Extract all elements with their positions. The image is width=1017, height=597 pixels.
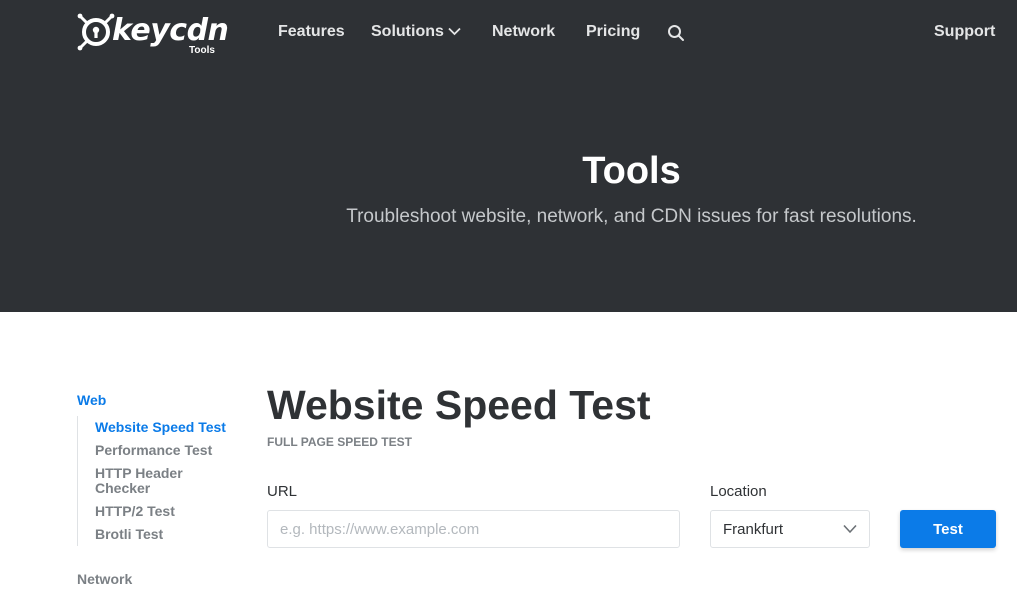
sidebar-item-http-header-checker[interactable]: HTTP Header Checker: [95, 466, 205, 496]
location-label: Location: [710, 483, 767, 500]
brand-name: keycdn: [112, 13, 229, 48]
chevron-down-icon: [448, 27, 461, 36]
hero-title: Tools: [582, 150, 681, 192]
sidebar-group-network[interactable]: Network: [77, 571, 132, 587]
url-label: URL: [267, 483, 298, 500]
test-button[interactable]: Test: [900, 510, 996, 548]
nav-support[interactable]: Support: [934, 21, 995, 43]
url-input[interactable]: [267, 510, 680, 548]
location-value: Frankfurt: [723, 521, 784, 538]
nav-features[interactable]: Features: [278, 21, 345, 43]
nav-solutions-label: Solutions: [371, 23, 444, 40]
sidebar-item-brotli-test[interactable]: Brotli Test: [95, 527, 235, 542]
nav-pricing[interactable]: Pricing: [586, 21, 640, 43]
brand-subtitle: Tools: [189, 45, 215, 56]
nav-network[interactable]: Network: [492, 21, 555, 43]
keyhole-logo-icon: [77, 13, 115, 51]
page-kicker: FULL PAGE SPEED TEST: [267, 435, 412, 449]
sidebar-group-web[interactable]: Web: [77, 392, 106, 408]
location-select[interactable]: Frankfurt: [710, 510, 870, 548]
brand-logo[interactable]: keycdn Tools: [77, 12, 229, 58]
page-title: Website Speed Test: [267, 382, 651, 428]
hero-header: keycdn Tools Features Solutions Network …: [0, 0, 1017, 312]
hero-subtitle: Troubleshoot website, network, and CDN i…: [346, 206, 917, 227]
search-icon[interactable]: [667, 24, 685, 42]
sidebar-web-list: Website Speed Test Performance Test HTTP…: [77, 416, 237, 546]
sidebar-item-website-speed-test[interactable]: Website Speed Test: [95, 420, 235, 435]
nav-solutions[interactable]: Solutions: [371, 21, 463, 43]
sidebar-item-performance-test[interactable]: Performance Test: [95, 443, 235, 458]
sidebar-item-http2-test[interactable]: HTTP/2 Test: [95, 504, 235, 519]
chevron-down-icon: [843, 524, 857, 534]
